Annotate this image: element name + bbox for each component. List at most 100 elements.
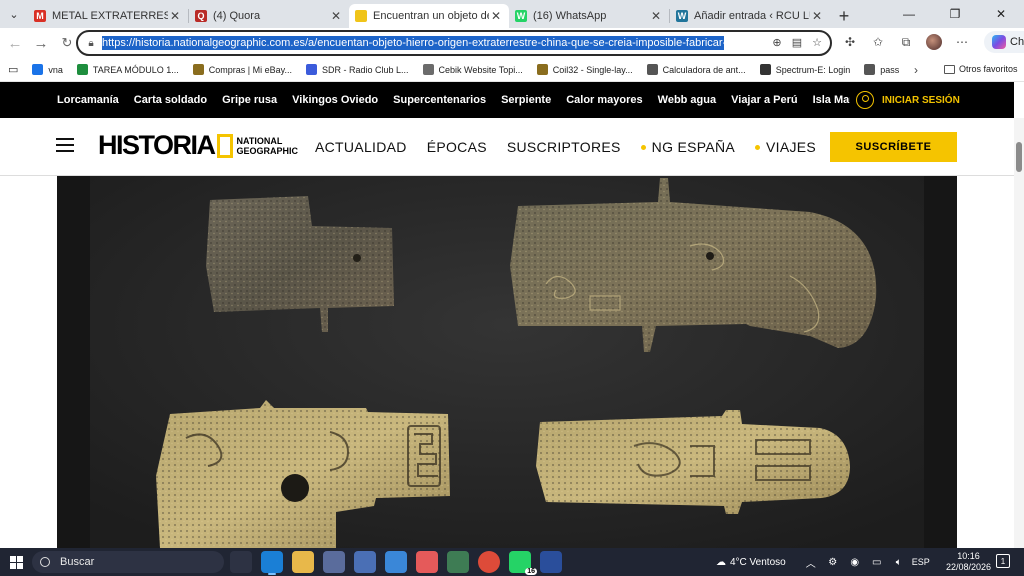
tab-2[interactable]: Q (4) Quora ✕ — [189, 4, 349, 28]
page-scrollbar[interactable] — [1014, 118, 1024, 548]
other-favorites-label: Otros favoritos — [959, 64, 1018, 74]
trending-link[interactable]: Calor mayores — [566, 94, 642, 106]
tab-4[interactable]: W (16) WhatsApp ✕ — [509, 4, 669, 28]
bookmark-item[interactable]: pass — [864, 64, 899, 75]
chat-label: Chat — [1010, 36, 1024, 48]
more-menu-icon[interactable]: ⋯ — [950, 30, 974, 54]
more-bookmarks-chevron-icon[interactable]: › — [914, 63, 918, 77]
copilot-chat-button[interactable]: Chat — [984, 31, 1024, 53]
edge-icon[interactable] — [261, 551, 283, 575]
close-tab-icon[interactable]: ✕ — [649, 9, 663, 23]
tab-3[interactable]: Encuentran un objeto de hierro de ✕ — [349, 4, 509, 28]
tab-title: (16) WhatsApp — [533, 10, 607, 22]
minimize-button[interactable]: — — [886, 0, 932, 28]
calculator-icon[interactable] — [447, 551, 469, 573]
scrollbar-thumb[interactable] — [1016, 142, 1022, 172]
tab-title: Añadir entrada ‹ RCU LU8XW — W — [694, 10, 810, 22]
clock[interactable]: 10:16 22/08/2026 — [946, 551, 991, 573]
zoom-icon[interactable]: ⊕ — [770, 35, 784, 49]
subscribe-button[interactable]: SUSCRÍBETE — [830, 132, 957, 162]
antivirus-icon[interactable]: ◉ — [846, 557, 864, 568]
show-hidden-icons-chevron-icon[interactable]: ︿ — [802, 555, 820, 570]
address-bar[interactable]: 🔒︎ https://historia.nationalgeographic.c… — [76, 30, 832, 56]
trending-link[interactable]: Gripe rusa — [222, 94, 277, 106]
site-logo[interactable]: HISTORIA NATIONAL GEOGRAPHIC — [98, 132, 298, 159]
trending-link[interactable]: Viajar a Perú — [731, 94, 797, 106]
login-button[interactable]: INICIAR SESIÓN — [850, 90, 960, 110]
bookmark-item[interactable]: Cebik Website Topi... — [422, 64, 523, 75]
bookmark-item[interactable]: vna — [32, 64, 63, 75]
bookmark-label: Cebik Website Topi... — [438, 64, 523, 75]
favorite-star-icon[interactable]: ☆ — [810, 35, 824, 49]
url-text[interactable]: https://historia.nationalgeographic.com.… — [102, 36, 724, 50]
bookmark-label: SDR - Radio Club L... — [321, 64, 409, 75]
tab-1[interactable]: M METAL EXTRATERRESTRE EN CHIN ✕ — [28, 4, 188, 28]
app-icon[interactable] — [416, 551, 438, 573]
bookmarks-bar: ▭ vna TAREA MÓDULO 1... Compras | Mi eBay.… — [0, 58, 1024, 82]
bookmark-item[interactable]: Calculadora de ant... — [646, 64, 746, 75]
new-tab-button[interactable]: + — [830, 4, 858, 28]
volume-icon[interactable]: 🔈︎ — [890, 557, 908, 568]
tab-5[interactable]: W Añadir entrada ‹ RCU LU8XW — W ✕ — [670, 4, 830, 28]
trending-link[interactable]: Lorcamanía — [57, 94, 119, 106]
back-button[interactable]: ← — [2, 30, 28, 56]
main-nav-item[interactable]: ACTUALIDAD — [315, 139, 407, 155]
close-tab-icon[interactable]: ✕ — [489, 9, 503, 23]
reader-mode-icon[interactable]: ▤ — [790, 35, 804, 49]
bookmark-label: pass — [880, 64, 900, 75]
tab-actions-chevron-icon[interactable]: ⌄ — [0, 0, 28, 28]
store-icon[interactable] — [385, 551, 407, 573]
task-view-icon[interactable] — [230, 551, 252, 573]
weather-widget[interactable]: ☁ 4°C Ventoso — [716, 557, 786, 568]
chrome-icon[interactable] — [478, 551, 500, 573]
close-tab-icon[interactable]: ✕ — [810, 9, 824, 23]
other-favorites-folder[interactable]: Otros favoritos — [944, 64, 1018, 74]
display-icon[interactable]: ▭ — [868, 557, 886, 568]
trending-link[interactable]: Serpiente — [501, 94, 551, 106]
bookmark-item[interactable]: Coil32 - Single-lay... — [536, 64, 633, 75]
hamburger-menu-icon[interactable] — [56, 138, 74, 152]
coil-icon — [536, 64, 548, 75]
globe-icon — [864, 64, 876, 75]
folder-icon — [944, 64, 955, 74]
forward-button[interactable]: → — [28, 30, 54, 56]
bookmark-label: Spectrum-E: Login — [775, 64, 851, 75]
bookmark-item[interactable]: SDR - Radio Club L... — [305, 64, 409, 75]
trending-link[interactable]: Vikingos Oviedo — [292, 94, 378, 106]
whatsapp-badge: 16 — [525, 568, 537, 575]
extensions-icon[interactable]: ✣ — [838, 30, 862, 54]
file-explorer-icon[interactable] — [292, 551, 314, 573]
main-nav-item[interactable]: SUSCRIPTORES — [507, 139, 621, 155]
bookmark-item[interactable]: Spectrum-E: Login — [759, 64, 851, 75]
favorites-icon[interactable]: ✩ — [866, 30, 890, 54]
spectrum-icon — [759, 64, 771, 75]
close-tab-icon[interactable]: ✕ — [168, 9, 182, 23]
whatsapp-icon[interactable]: 16 — [509, 551, 537, 575]
main-nav-item[interactable]: VIAJES — [755, 139, 816, 155]
save-icon[interactable] — [354, 551, 376, 573]
collections-icon[interactable]: ⧉ — [894, 30, 918, 54]
main-nav-label: NG ESPAÑA — [651, 139, 736, 155]
trending-link[interactable]: Supercentenarios — [393, 94, 486, 106]
close-tab-icon[interactable]: ✕ — [329, 9, 343, 23]
app-icon[interactable] — [540, 551, 562, 573]
trending-link[interactable]: Carta soldado — [134, 94, 207, 106]
close-window-button[interactable]: ✕ — [978, 0, 1024, 28]
trending-link[interactable]: Webb agua — [658, 94, 716, 106]
bookmark-item[interactable]: TAREA MÓDULO 1... — [76, 64, 179, 75]
profile-avatar[interactable] — [922, 30, 946, 54]
bookmark-label: Coil32 - Single-lay... — [552, 64, 633, 75]
maximize-button[interactable]: ❐ — [932, 0, 978, 28]
tray-app-icon[interactable]: ⚙ — [824, 557, 842, 568]
reading-list-icon[interactable]: ▭ — [8, 63, 18, 76]
classroom-icon — [76, 64, 88, 75]
main-nav-item[interactable]: NG ESPAÑA — [640, 139, 736, 155]
start-button[interactable] — [0, 548, 32, 576]
notifications-icon[interactable]: 1 — [996, 554, 1010, 568]
site-info-icon[interactable]: 🔒︎ — [84, 36, 98, 50]
app-icon[interactable] — [323, 551, 345, 573]
bookmark-item[interactable]: Compras | Mi eBay... — [192, 64, 292, 75]
main-nav-item[interactable]: ÉPOCAS — [427, 139, 487, 155]
language-indicator[interactable]: ESP — [912, 557, 930, 567]
taskbar-search[interactable]: Buscar — [32, 551, 224, 573]
